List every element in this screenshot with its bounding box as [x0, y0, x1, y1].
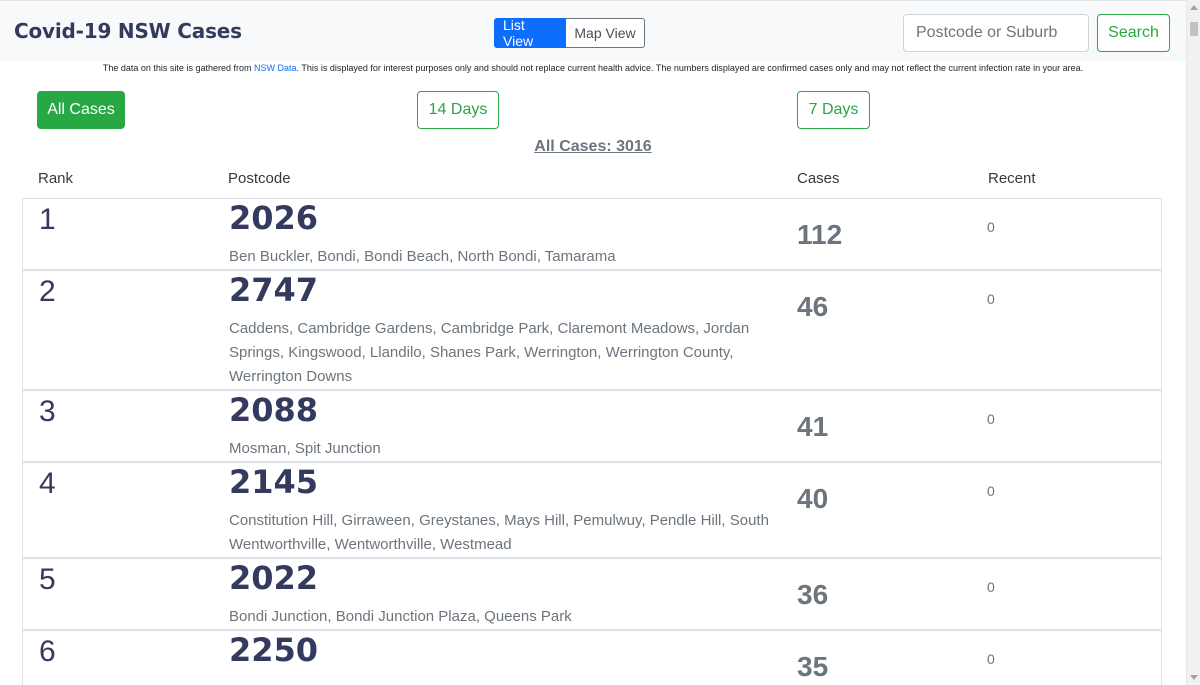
row-recent: 0: [987, 411, 995, 427]
row-cases: 35: [797, 651, 829, 682]
row-recent: 0: [987, 651, 995, 667]
row-postcode: 2747: [229, 271, 319, 309]
scroll-down-arrow-icon[interactable]: [1190, 675, 1198, 680]
column-header-postcode: Postcode: [228, 170, 291, 187]
row-cases: 41: [797, 411, 829, 442]
disclaimer-before: The data on this site is gathered from: [102, 63, 254, 73]
scroll-up-arrow-icon[interactable]: [1190, 5, 1198, 10]
row-cases: 40: [797, 483, 829, 514]
fourteen-days-button[interactable]: 14 Days: [417, 91, 499, 129]
row-cases: 36: [797, 579, 829, 610]
view-toggle: List View Map View: [494, 17, 645, 49]
row-suburbs: Bondi Junction, Bondi Junction Plaza, Qu…: [229, 608, 572, 625]
all-cases-button[interactable]: All Cases: [37, 91, 125, 129]
disclaimer-text: The data on this site is gathered from N…: [0, 63, 1186, 73]
row-rank: 4: [39, 467, 56, 500]
table-row[interactable]: 1 2026 Ben Buckler, Bondi, Bondi Beach, …: [22, 198, 1162, 270]
row-suburbs: Mosman, Spit Junction: [229, 440, 381, 457]
row-postcode: 2145: [229, 463, 319, 501]
row-recent: 0: [987, 579, 995, 595]
row-postcode: 2026: [229, 199, 319, 237]
table-row[interactable]: 3 2088 Mosman, Spit Junction 41 0: [22, 390, 1162, 462]
seven-days-button[interactable]: 7 Days: [797, 91, 870, 129]
row-rank: 5: [39, 563, 56, 596]
total-cases-heading[interactable]: All Cases: 3016: [0, 138, 1186, 156]
table-row[interactable]: 2 2747 Caddens, Cambridge Gardens, Cambr…: [22, 270, 1162, 390]
nsw-data-link[interactable]: NSW Data: [254, 63, 297, 73]
row-postcode: 2022: [229, 559, 319, 597]
row-suburbs: Constitution Hill, Girraween, Greystanes…: [229, 512, 769, 553]
row-postcode: 2250: [229, 631, 319, 669]
row-recent: 0: [987, 483, 995, 499]
row-recent: 0: [987, 291, 995, 307]
row-rank: 1: [39, 203, 56, 236]
row-recent: 0: [987, 219, 995, 235]
column-header-rank: Rank: [38, 170, 74, 187]
column-header-cases: Cases: [797, 170, 840, 187]
disclaimer-after: . This is displayed for interest purpose…: [296, 63, 1084, 73]
column-header-recent: Recent: [988, 170, 1036, 187]
row-rank: 6: [39, 635, 56, 668]
scroll-thumb[interactable]: [1190, 22, 1198, 36]
row-rank: 2: [39, 275, 56, 308]
row-rank: 3: [39, 395, 56, 428]
brand-title[interactable]: Covid-19 NSW Cases: [14, 19, 242, 43]
row-cases: 112: [797, 219, 843, 250]
vertical-scrollbar[interactable]: [1186, 0, 1200, 685]
row-suburbs: Caddens, Cambridge Gardens, Cambridge Pa…: [229, 320, 750, 385]
top-navbar: Covid-19 NSW Cases List View Map View Se…: [0, 0, 1186, 61]
row-postcode: 2088: [229, 391, 319, 429]
list-view-button[interactable]: List View: [494, 17, 566, 49]
table-row[interactable]: 6 2250 35 0: [22, 630, 1162, 685]
search-input[interactable]: [903, 14, 1089, 52]
table-row[interactable]: 4 2145 Constitution Hill, Girraween, Gre…: [22, 462, 1162, 558]
table-row[interactable]: 5 2022 Bondi Junction, Bondi Junction Pl…: [22, 558, 1162, 630]
search-button[interactable]: Search: [1097, 14, 1170, 52]
row-suburbs: Ben Buckler, Bondi, Bondi Beach, North B…: [229, 248, 616, 265]
map-view-button[interactable]: Map View: [566, 18, 645, 48]
row-cases: 46: [797, 291, 829, 322]
